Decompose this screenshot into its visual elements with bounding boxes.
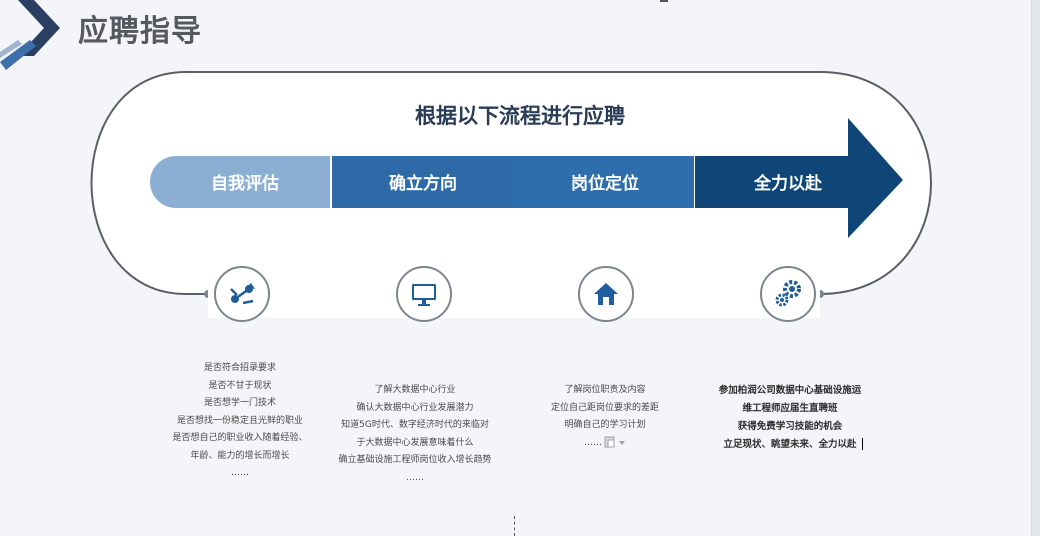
- dashed-guide: [514, 516, 515, 536]
- step-label-full-effort: 全力以赴: [754, 174, 822, 194]
- description-line: 是否符合招录要求: [203, 363, 276, 373]
- description-line: 确立基础设施工程师岗位收入增长趋势: [338, 455, 492, 465]
- description-line: 立足现状、眺望未来、全力以赴: [723, 439, 857, 450]
- step-label-self-assessment: 自我评估: [211, 174, 279, 194]
- text-cursor: [862, 438, 863, 450]
- description-line: ……: [231, 468, 249, 478]
- description-full-effort: 参加柏润公司数据中心基础设施运 维工程师应届生直聘班 获得免费学习技能的机会 立…: [700, 382, 880, 454]
- description-line: 明确自己的学习计划: [564, 420, 646, 430]
- description-set-direction: 了解大数据中心行业 确认大数据中心行业发展潜力 知道5G时代、数字经济时代的来临…: [320, 382, 510, 487]
- description-line: 获得免费学习技能的机会: [737, 421, 843, 432]
- vertical-scrollbar[interactable]: [1031, 0, 1040, 536]
- description-line: ……: [530, 435, 680, 453]
- description-line: 知道5G时代、数字经济时代的来临对: [341, 420, 489, 430]
- description-self-assessment: 是否符合招录要求 是否不甘于现状 是否想学一门技术 是否想找一份稳定且光鲜的职业…: [150, 360, 330, 483]
- description-line: ……: [406, 472, 424, 483]
- description-position: 了解岗位职责及内容 定位自己距岗位要求的差距 明确自己的学习计划 ……: [530, 382, 680, 452]
- icon-strip: [208, 262, 820, 318]
- description-line: 参加柏润公司数据中心基础设施运: [718, 385, 862, 396]
- monitor-icon: [396, 266, 452, 322]
- description-line: 是否想自己的职业收入随着经验、: [172, 433, 308, 443]
- home-icon: [578, 266, 634, 322]
- step-label-set-direction: 确立方向: [389, 174, 457, 194]
- description-line: 是否想找一份稳定且光鲜的职业: [176, 415, 303, 426]
- step-label-position: 岗位定位: [571, 174, 639, 194]
- share-arrows-icon: [214, 266, 270, 322]
- flow-heading: 根据以下流程进行应聘: [415, 104, 625, 128]
- description-line: 定位自己距岗位要求的差距: [550, 402, 659, 413]
- description-line: 于大数据中心发展意味着什么: [356, 437, 474, 448]
- paste-options-icon[interactable]: [604, 436, 626, 448]
- description-line: 确认大数据中心行业发展潜力: [356, 402, 474, 413]
- description-line: 了解大数据中心行业: [374, 385, 456, 395]
- description-line: 维工程师应届生直聘班: [742, 403, 838, 414]
- description-line: 年龄、能力的增长而增长: [190, 450, 290, 461]
- description-line: 了解岗位职责及内容: [564, 385, 646, 395]
- gears-icon: [760, 266, 816, 322]
- description-line: 是否想学一门技术: [203, 398, 276, 408]
- description-line: 是否不甘于现状: [208, 380, 272, 391]
